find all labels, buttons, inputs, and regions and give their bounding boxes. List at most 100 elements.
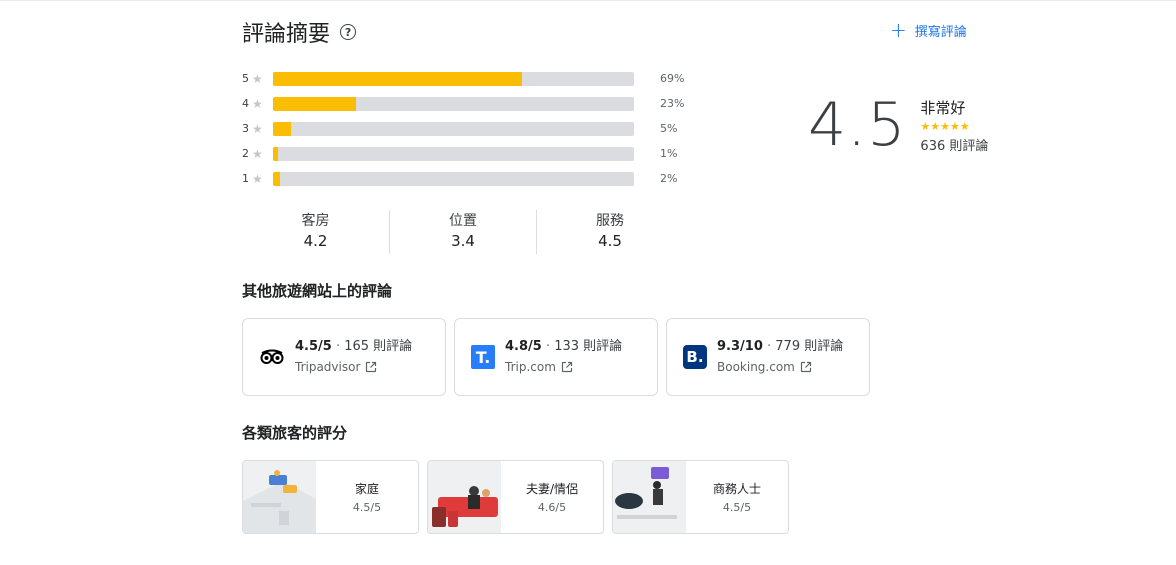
overall-details: 非常好 ★★★★★ 636 則評論 xyxy=(920,97,988,154)
star-icon: ★ xyxy=(252,171,263,186)
site-info: 9.3/10 · 779 則評論 Booking.com xyxy=(717,337,843,377)
site-card-tripcom[interactable]: T. 4.8/5 · 133 則評論 Trip.com xyxy=(454,318,658,396)
couple-illustration xyxy=(428,461,501,533)
traveler-info: 家庭 4.5/5 xyxy=(316,461,418,533)
site-info: 4.5/5 · 165 則評論 Tripadvisor xyxy=(295,337,412,377)
other-sites-title: 其他旅遊網站上的評論 xyxy=(242,282,393,300)
external-link-icon xyxy=(366,361,377,373)
distribution-bar-fill xyxy=(273,146,279,161)
traveler-card-couples[interactable]: 夫妻/情侶 4.6/5 xyxy=(427,460,604,534)
category-service[interactable]: 服務 4.5 xyxy=(536,210,683,254)
site-rating-line: 4.5/5 · 165 則評論 xyxy=(295,337,412,357)
traveler-card-business[interactable]: 商務人士 4.5/5 xyxy=(612,460,789,534)
site-score: 4.5/5 xyxy=(295,339,332,354)
star-icon: ★ xyxy=(252,96,263,111)
site-info: 4.8/5 · 133 則評論 Trip.com xyxy=(505,337,622,377)
traveler-type-name: 家庭 xyxy=(354,482,379,496)
star-icon: ★ xyxy=(252,146,263,161)
site-name-row: Booking.com xyxy=(717,357,843,377)
distribution-bar xyxy=(273,96,634,111)
overall-score: 4.5 xyxy=(808,90,907,160)
star-number: 5 xyxy=(242,72,249,85)
site-name-row: Tripadvisor xyxy=(295,357,412,377)
traveler-info: 商務人士 4.5/5 xyxy=(686,461,788,533)
site-review-count: 165 則評論 xyxy=(344,339,413,354)
star-rating-icon: ★★★★★ xyxy=(920,119,970,133)
help-icon[interactable]: ? xyxy=(340,24,357,40)
distribution-bar-fill xyxy=(273,96,357,111)
distribution-percent: 2% xyxy=(660,172,678,185)
review-summary-header: 評論摘要 ? xyxy=(242,16,357,48)
site-name: Booking.com xyxy=(717,360,795,374)
distribution-percent: 69% xyxy=(660,72,685,85)
page-title: 評論摘要 xyxy=(242,22,331,47)
review-count[interactable]: 636 則評論 xyxy=(920,135,988,154)
category-score: 4.5 xyxy=(598,232,622,250)
category-score: 4.2 xyxy=(303,232,328,250)
site-review-count: 779 則評論 xyxy=(775,339,844,354)
distribution-row-4[interactable]: 4 ★ 23% xyxy=(242,91,692,116)
external-link-icon xyxy=(800,361,811,373)
traveler-type-score: 4.6/5 xyxy=(537,501,567,514)
distribution-bar xyxy=(273,171,634,186)
site-rating-line: 4.8/5 · 133 則評論 xyxy=(505,337,622,357)
site-name: Tripadvisor xyxy=(295,360,361,374)
external-link-icon xyxy=(561,361,573,373)
category-rooms[interactable]: 客房 4.2 xyxy=(242,210,389,254)
traveler-type-score: 4.5/5 xyxy=(352,501,382,514)
business-illustration xyxy=(613,461,686,533)
star-number: 3 xyxy=(242,122,249,135)
site-card-booking[interactable]: B. 9.3/10 · 779 則評論 Booking.com xyxy=(666,318,870,396)
rating-distribution: 5 ★ 69% 4 ★ 23% 3 ★ 5% 2 ★ 1% 1 ★ 2% xyxy=(242,66,692,191)
site-rating-line: 9.3/10 · 779 則評論 xyxy=(717,337,843,357)
traveler-type-name: 夫妻/情侶 xyxy=(525,482,579,496)
overall-label: 非常好 xyxy=(920,98,966,117)
other-sites-list: 4.5/5 · 165 則評論 Tripadvisor T. 4.8/5 · 1… xyxy=(242,318,870,396)
traveler-card-family[interactable]: 家庭 4.5/5 xyxy=(242,460,419,534)
category-location[interactable]: 位置 3.4 xyxy=(389,210,536,254)
star-icon: ★ xyxy=(252,121,263,136)
write-review-label: 撰寫評論 xyxy=(914,24,967,40)
tripadvisor-owl-icon xyxy=(259,345,285,369)
site-score: 4.8/5 xyxy=(505,339,542,354)
distribution-bar xyxy=(273,71,634,86)
write-review-button[interactable]: + 撰寫評論 xyxy=(890,20,967,40)
distribution-bar-fill xyxy=(273,121,292,136)
overall-rating: 4.5 非常好 ★★★★★ 636 則評論 xyxy=(808,90,988,160)
family-illustration xyxy=(243,461,316,533)
plus-icon: + xyxy=(890,18,907,42)
separator: · xyxy=(762,339,776,354)
traveler-info: 夫妻/情侶 4.6/5 xyxy=(501,461,603,533)
site-name-row: Trip.com xyxy=(505,357,622,377)
distribution-bar xyxy=(273,146,634,161)
distribution-bar-fill xyxy=(273,171,281,186)
star-number: 2 xyxy=(242,147,249,160)
site-review-count: 133 則評論 xyxy=(554,339,623,354)
distribution-percent: 23% xyxy=(660,97,685,110)
category-ratings: 客房 4.2 位置 3.4 服務 4.5 xyxy=(242,210,683,254)
booking-logo-icon: B. xyxy=(683,345,707,369)
distribution-row-1[interactable]: 1 ★ 2% xyxy=(242,166,692,191)
site-score: 9.3/10 xyxy=(717,339,763,354)
distribution-percent: 1% xyxy=(660,147,678,160)
distribution-row-3[interactable]: 3 ★ 5% xyxy=(242,116,692,141)
traveler-types-list: 家庭 4.5/5 夫妻/情侶 4.6/5 商務人士 4.5/5 xyxy=(242,460,789,534)
traveler-type-name: 商務人士 xyxy=(712,482,761,496)
distribution-row-5[interactable]: 5 ★ 69% xyxy=(242,66,692,91)
category-name: 客房 xyxy=(301,213,330,229)
site-name: Trip.com xyxy=(505,360,556,374)
traveler-types-title: 各類旅客的評分 xyxy=(242,424,348,442)
category-name: 服務 xyxy=(596,213,624,229)
star-number: 1 xyxy=(242,172,249,185)
distribution-percent: 5% xyxy=(660,122,678,135)
traveler-type-score: 4.5/5 xyxy=(722,501,752,514)
separator: · xyxy=(331,339,345,354)
tripcom-logo-icon: T. xyxy=(471,345,495,369)
distribution-row-2[interactable]: 2 ★ 1% xyxy=(242,141,692,166)
distribution-bar xyxy=(273,121,634,136)
distribution-bar-fill xyxy=(273,71,523,86)
star-icon: ★ xyxy=(252,71,263,86)
category-name: 位置 xyxy=(449,213,477,229)
top-divider xyxy=(0,0,1176,1)
site-card-tripadvisor[interactable]: 4.5/5 · 165 則評論 Tripadvisor xyxy=(242,318,446,396)
